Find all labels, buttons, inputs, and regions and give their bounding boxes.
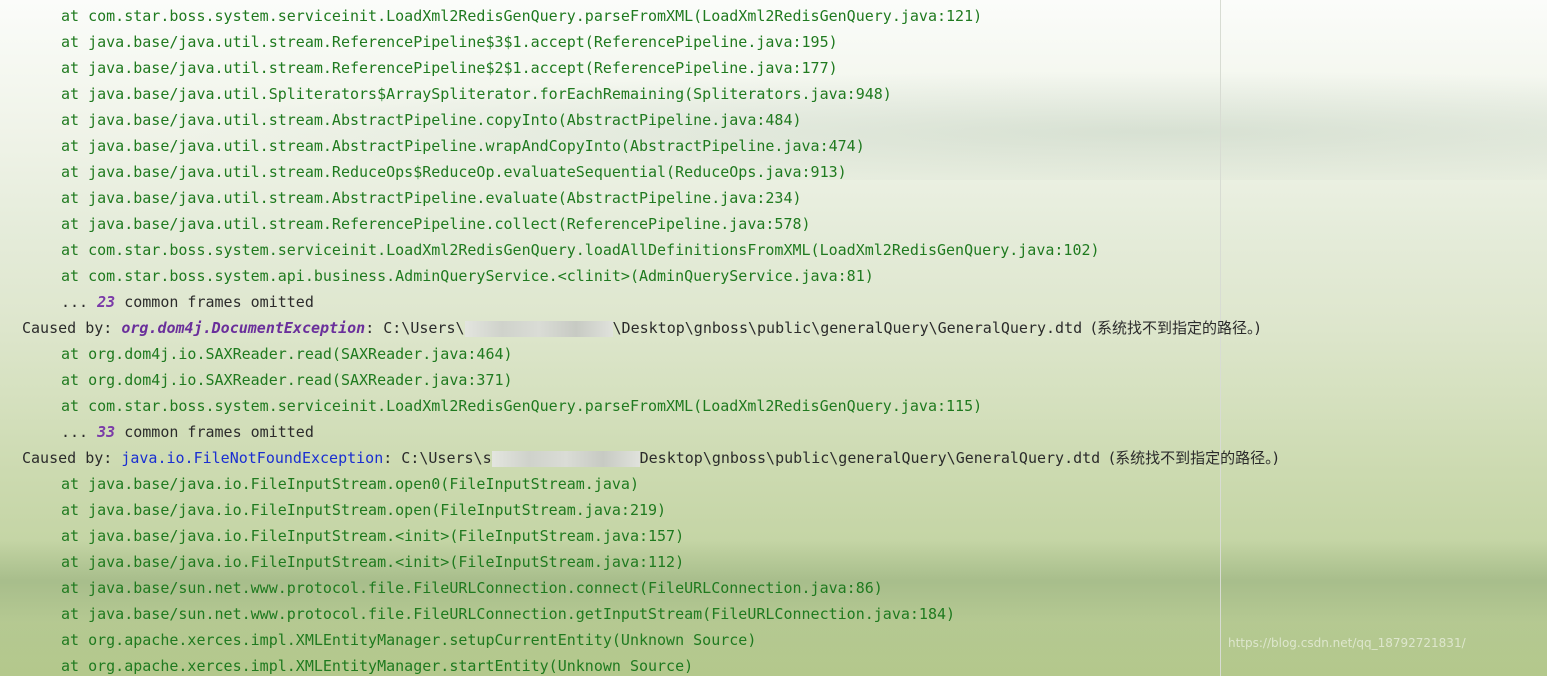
omitted-suffix: common frames omitted (115, 423, 314, 441)
stack-frame-line: at org.dom4j.io.SAXReader.read(SAXReader… (61, 371, 513, 389)
caused-by-line: Caused by: org.dom4j.DocumentException: … (0, 315, 1547, 341)
exception-path-end: Desktop\gnboss\public\generalQuery\Gener… (639, 449, 1110, 467)
stack-frame-line: at java.base/java.io.FileInputStream.<in… (61, 553, 685, 571)
stack-frame-line: at java.base/java.util.Spliterators$Arra… (61, 85, 892, 103)
stack-frame-line: at java.base/java.util.stream.ReferenceP… (61, 33, 838, 51)
exception-message: (系统找不到指定的路径。) (1109, 449, 1279, 467)
stack-frame-line: at com.star.boss.system.serviceinit.Load… (61, 397, 983, 415)
exception-path-start: : C:\Users\s (383, 449, 492, 467)
frames-omitted-line: ... 33 common frames omitted (0, 419, 1547, 445)
stack-frame-line: at java.base/sun.net.www.protocol.file.F… (61, 579, 883, 597)
stack-frame-line: at java.base/java.util.stream.AbstractPi… (61, 111, 802, 129)
stack-frame-line: at org.apache.xerces.impl.XMLEntityManag… (61, 657, 694, 675)
omitted-prefix: ... (61, 293, 98, 311)
exception-path-end: \Desktop\gnboss\public\generalQuery\Gene… (612, 319, 1092, 337)
stack-frame-line: at java.base/java.io.FileInputStream.ope… (61, 501, 667, 519)
omitted-suffix: common frames omitted (115, 293, 314, 311)
stack-frame-line: at java.base/java.io.FileInputStream.ope… (61, 475, 639, 493)
console-output[interactable]: at com.star.boss.system.serviceinit.Load… (0, 3, 1547, 676)
exception-class-link[interactable]: java.io.FileNotFoundException (121, 449, 383, 467)
omitted-count: 33 (97, 423, 116, 441)
stack-frame-line: at java.base/sun.net.www.protocol.file.F… (61, 605, 956, 623)
exception-message: (系统找不到指定的路径。) (1091, 319, 1261, 337)
stack-frame-line: at java.base/java.util.stream.ReferenceP… (61, 215, 811, 233)
stack-frame-line: at java.base/java.util.stream.AbstractPi… (61, 137, 865, 155)
caused-by-prefix: Caused by: (22, 319, 122, 337)
caused-by-line: Caused by: java.io.FileNotFoundException… (0, 445, 1547, 471)
redacted-username (491, 450, 640, 467)
exception-path-start: : C:\Users\ (365, 319, 465, 337)
stack-frame-line: at com.star.boss.system.serviceinit.Load… (61, 241, 1100, 259)
exception-class-link[interactable]: org.dom4j.DocumentException (121, 319, 365, 337)
stack-frame-line: at java.base/java.util.stream.ReduceOps$… (61, 163, 847, 181)
frames-omitted-line: ... 23 common frames omitted (0, 289, 1547, 315)
stack-frame-line: at java.base/java.util.stream.AbstractPi… (61, 189, 802, 207)
stack-frame-line: at org.dom4j.io.SAXReader.read(SAXReader… (61, 345, 513, 363)
omitted-prefix: ... (61, 423, 98, 441)
redacted-username (464, 320, 613, 337)
stack-frame-line: at java.base/java.io.FileInputStream.<in… (61, 527, 685, 545)
stack-frame-line: at java.base/java.util.stream.ReferenceP… (61, 59, 838, 77)
stack-frame-line: at com.star.boss.system.api.business.Adm… (61, 267, 874, 285)
image-watermark: https://blog.csdn.net/qq_18792721831/ (1228, 636, 1466, 650)
stack-frame-line: at com.star.boss.system.serviceinit.Load… (61, 7, 983, 25)
omitted-count: 23 (97, 293, 116, 311)
caused-by-prefix: Caused by: (22, 449, 122, 467)
